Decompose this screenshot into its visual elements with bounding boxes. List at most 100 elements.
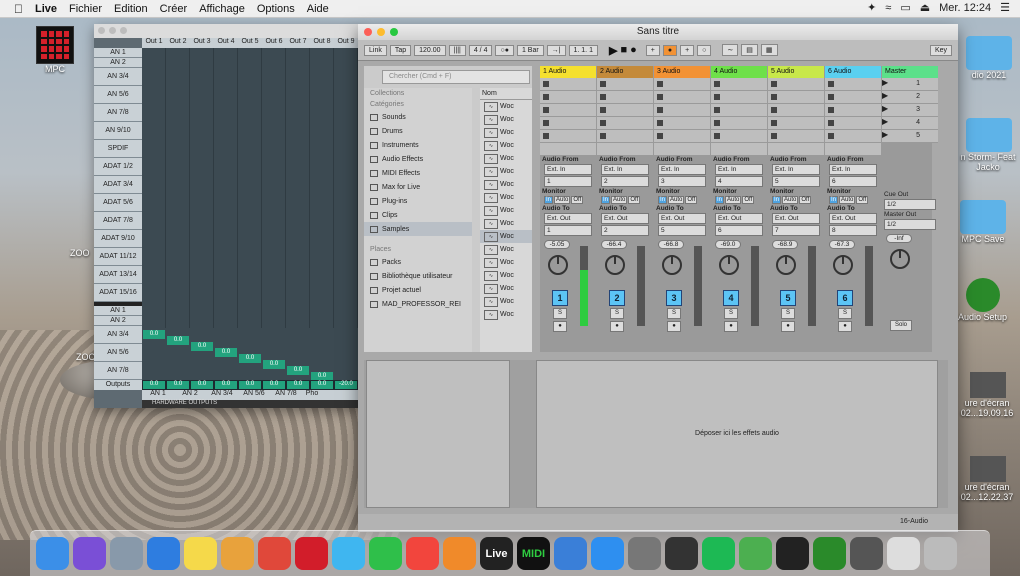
solo-button[interactable]: S [610, 308, 624, 319]
zoom-icon[interactable] [120, 27, 127, 34]
clip-stop-icon[interactable] [771, 107, 777, 113]
clock[interactable]: Mer. 12:24 [939, 2, 991, 14]
browser-file-item[interactable]: ∿ Woc [480, 152, 532, 165]
menu-options[interactable]: Options [257, 3, 295, 15]
output-level[interactable]: 0.0 [263, 381, 285, 389]
output-level[interactable]: 0.0 [191, 381, 213, 389]
clip-stop-icon[interactable] [771, 133, 777, 139]
live-titlebar[interactable]: Sans titre [358, 24, 958, 40]
monitor-off-button[interactable]: Off [856, 196, 869, 204]
pan-knob[interactable] [662, 255, 682, 275]
scene-play-icon[interactable]: ▶ [882, 130, 888, 139]
audio-from-select[interactable]: Ext. In [772, 164, 820, 175]
volume-readout[interactable]: -66.8 [658, 240, 684, 249]
browser-file-item[interactable]: ∿ Woc [480, 165, 532, 178]
output-level[interactable]: 0.0 [167, 381, 189, 389]
clip-stop-icon[interactable] [828, 120, 834, 126]
browser-category-drums[interactable]: Drums [364, 124, 472, 138]
dock-launchpad-icon[interactable] [110, 537, 143, 570]
io-input-row-label[interactable]: ADAT 11/12 [94, 248, 142, 266]
clip-slot[interactable] [825, 117, 881, 130]
monitor-off-button[interactable]: Off [742, 196, 755, 204]
matrix-gain-cell[interactable]: 0.0 [215, 348, 237, 357]
clip-stop-icon[interactable] [828, 94, 834, 100]
eject-icon[interactable]: ⏏ [920, 1, 930, 14]
browser-file-item[interactable]: ∿ Woc [480, 217, 532, 230]
arm-button[interactable]: ● [610, 321, 624, 332]
browser-category-plug-ins[interactable]: Plug-ins [364, 194, 472, 208]
matrix-gain-cell[interactable]: 0.0 [263, 360, 285, 369]
record-arm-slot[interactable] [597, 143, 653, 156]
master-header[interactable]: Master [882, 66, 938, 78]
automation-arm-icon[interactable]: ● [662, 44, 678, 56]
desktop-audio-setup[interactable]: Audio Setup [958, 278, 1007, 322]
volume-readout[interactable]: -5.05 [544, 240, 570, 249]
clip-slot[interactable] [597, 117, 653, 130]
clip-slot[interactable] [597, 104, 653, 117]
browser-category-midi-effects[interactable]: MIDI Effects [364, 166, 472, 180]
arm-button[interactable]: ● [781, 321, 795, 332]
clip-slot[interactable] [768, 117, 824, 130]
computer-midi-icon[interactable]: ▤ [741, 44, 758, 56]
track-activator-button[interactable]: 4 [723, 290, 739, 306]
dock-rme-icon[interactable] [850, 537, 883, 570]
browser-category-samples[interactable]: Samples [364, 222, 472, 236]
desktop-icon-mpc[interactable]: MPC [36, 26, 74, 74]
clip-slot[interactable] [597, 91, 653, 104]
arm-button[interactable]: ● [724, 321, 738, 332]
minimize-icon[interactable] [109, 27, 116, 34]
pan-knob[interactable] [719, 255, 739, 275]
browser-category-audio-effects[interactable]: Audio Effects [364, 152, 472, 166]
input-channel-select[interactable]: 6 [829, 176, 877, 187]
io-input-row-label[interactable]: AN 3/4 [94, 68, 142, 86]
close-icon[interactable] [364, 28, 372, 36]
monitor-off-button[interactable]: Off [799, 196, 812, 204]
clip-stop-icon[interactable] [543, 94, 549, 100]
volume-readout[interactable]: -69.0 [715, 240, 741, 249]
output-channel-select[interactable]: 6 [715, 225, 763, 236]
volume-readout[interactable]: -67.3 [829, 240, 855, 249]
browser-file-item[interactable]: ∿ Woc [480, 178, 532, 191]
browser-category-sounds[interactable]: Sounds [364, 110, 472, 124]
metronome-icon[interactable]: ○● [495, 44, 514, 56]
browser-file-item[interactable]: ∿ Woc [480, 282, 532, 295]
browser-file-item[interactable]: ∿ Woc [480, 295, 532, 308]
clip-slot[interactable] [711, 130, 767, 143]
dock-preview-icon[interactable] [887, 537, 920, 570]
io-input-row-label[interactable]: AN 5/6 [94, 86, 142, 104]
clip-stop-icon[interactable] [657, 81, 663, 87]
clip-stop-icon[interactable] [543, 120, 549, 126]
audio-from-select[interactable]: Ext. In [715, 164, 763, 175]
clip-slot[interactable] [540, 130, 596, 143]
dock-trash-icon[interactable] [924, 537, 957, 570]
clip-stop-icon[interactable] [828, 133, 834, 139]
scene-launch[interactable]: ▶ 4 [882, 117, 938, 130]
clip-slot[interactable] [825, 78, 881, 91]
dock-prefs-icon[interactable] [628, 537, 661, 570]
io-input-row-label[interactable]: ADAT 7/8 [94, 212, 142, 230]
record-arm-slot[interactable] [825, 143, 881, 156]
apple-menu-icon[interactable]:  [14, 2, 23, 16]
clip-stop-icon[interactable] [714, 133, 720, 139]
clip-slot[interactable] [825, 130, 881, 143]
browser-file-item[interactable]: ∿ Woc [480, 191, 532, 204]
clip-stop-icon[interactable] [600, 81, 606, 87]
scene-launch[interactable]: ▶ 2 [882, 91, 938, 104]
arrangement-position[interactable]: 1. 1. 1 [568, 44, 598, 56]
monitor-in-button[interactable]: In [658, 196, 668, 204]
dock-splice-icon[interactable] [776, 537, 809, 570]
monitor-auto-button[interactable]: Auto [725, 196, 742, 204]
clip-stop-icon[interactable] [771, 94, 777, 100]
browser-place-item[interactable]: MAD_PROFESSOR_REI [364, 297, 472, 311]
clip-stop-icon[interactable] [657, 120, 663, 126]
quantization-select[interactable]: 1 Bar [516, 44, 544, 56]
dock-MIDI-icon[interactable]: MIDI [517, 537, 550, 570]
io-input-row-label[interactable]: AN 7/8 [94, 104, 142, 122]
monitor-in-button[interactable]: In [829, 196, 839, 204]
input-channel-select[interactable]: 1 [544, 176, 592, 187]
overdub-icon[interactable]: + [645, 44, 660, 56]
solo-button[interactable]: S [838, 308, 852, 319]
record-arm-slot[interactable] [540, 143, 596, 156]
arm-button[interactable]: ● [553, 321, 567, 332]
audio-from-select[interactable]: Ext. In [829, 164, 877, 175]
